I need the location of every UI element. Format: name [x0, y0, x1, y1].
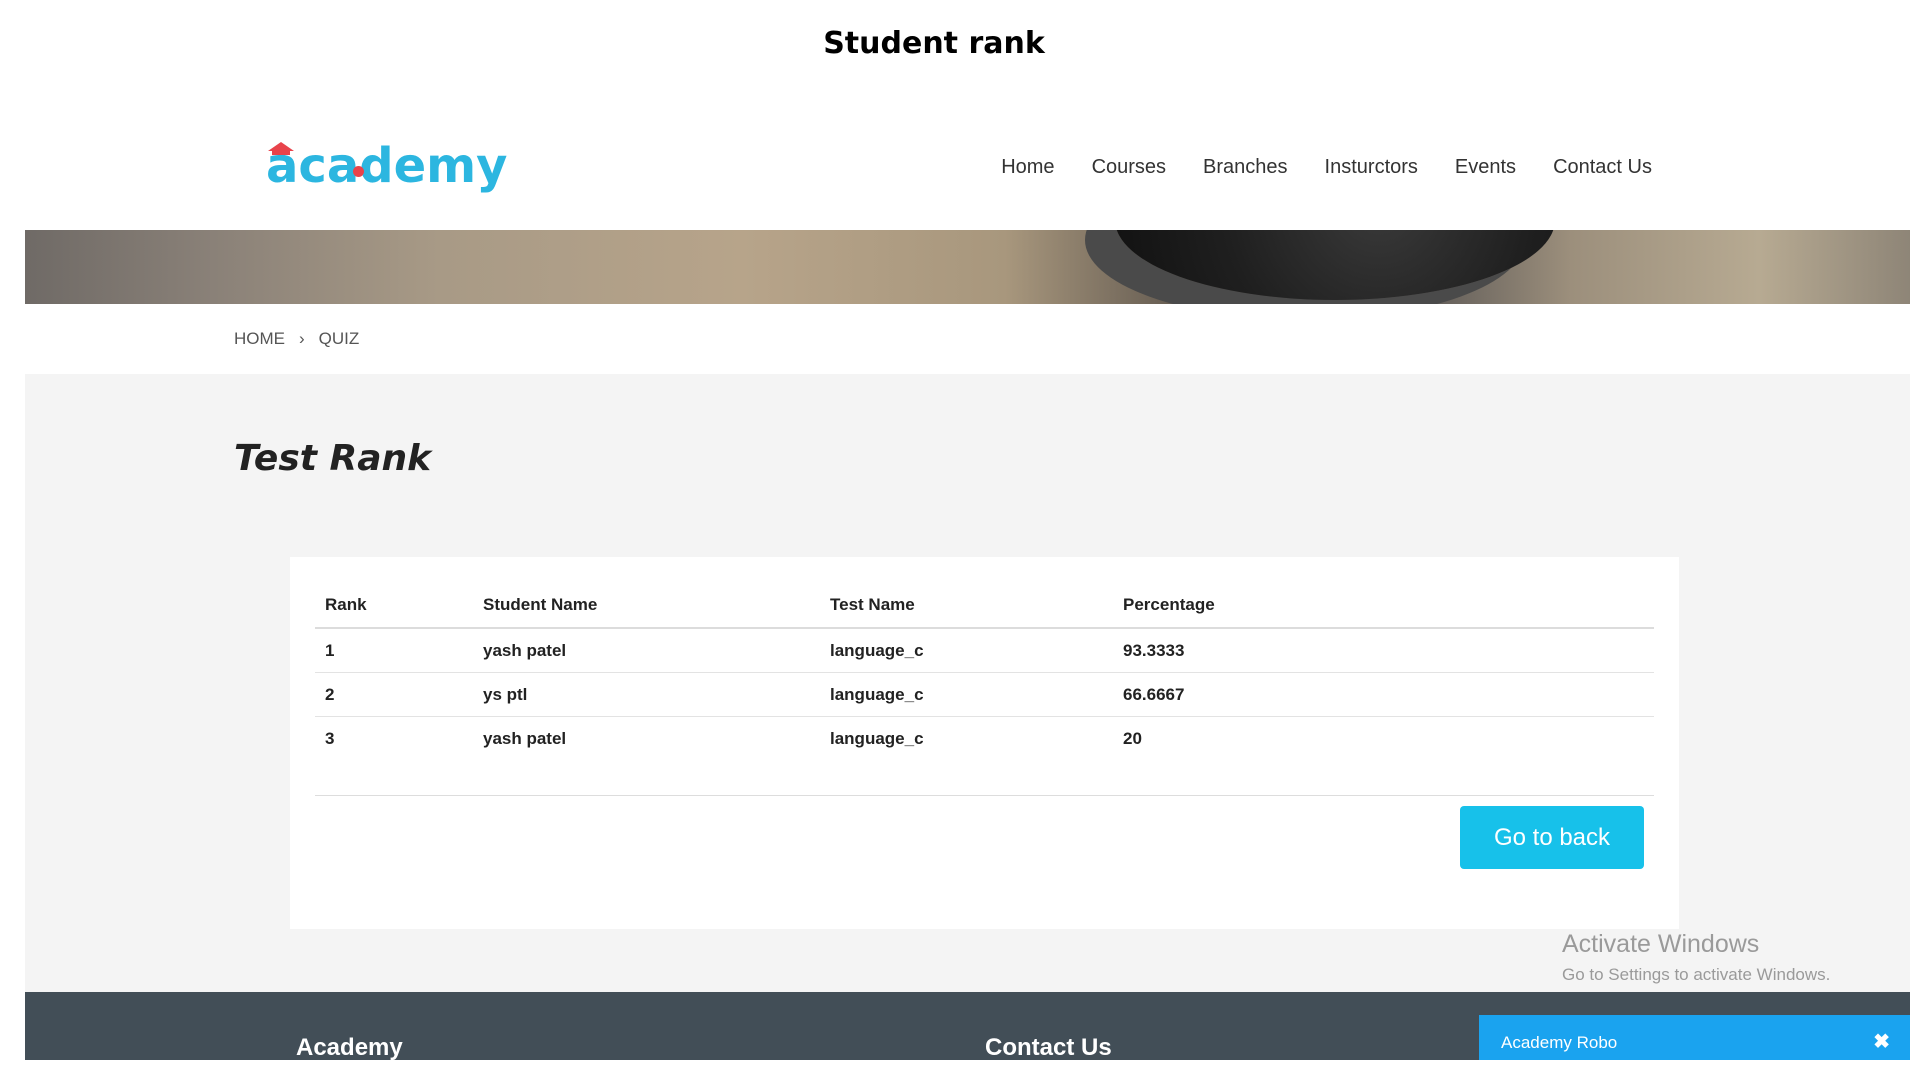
column-header-student-name: Student Name [473, 581, 820, 629]
cell-percentage: 93.3333 [1113, 627, 1654, 673]
cell-test-name: language_c [820, 716, 1113, 760]
cell-rank: 2 [315, 672, 473, 717]
microphone-image [1115, 230, 1555, 300]
footer-academy-heading: Academy [296, 1034, 403, 1061]
table-row: 1 yash patel language_c 93.3333 [315, 627, 1654, 673]
hero-banner-image [25, 230, 1910, 304]
table-row: 2 ys ptl language_c 66.6667 [315, 672, 1654, 717]
logo-dot [353, 166, 364, 177]
rank-card: Rank Student Name Test Name Percentage 1… [290, 557, 1679, 929]
chat-widget[interactable]: Academy Robo ✖ [1479, 1015, 1910, 1060]
cell-percentage: 66.6667 [1113, 672, 1654, 717]
footer-contact-heading: Contact Us [985, 1034, 1112, 1061]
column-header-test-name: Test Name [820, 581, 1113, 629]
card-divider [315, 795, 1654, 796]
graduation-cap-base [272, 150, 290, 155]
cell-rank: 1 [315, 627, 473, 673]
activate-windows-watermark: Activate Windows Go to Settings to activ… [1562, 930, 1830, 985]
watermark-title: Activate Windows [1562, 930, 1760, 958]
cell-test-name: language_c [820, 627, 1113, 673]
rank-table: Rank Student Name Test Name Percentage 1… [315, 581, 1654, 760]
column-header-rank: Rank [315, 581, 473, 629]
document-title: Student rank [823, 26, 1045, 61]
chat-title: Academy Robo [1501, 1033, 1618, 1052]
go-back-button[interactable]: Go to back [1460, 806, 1644, 869]
logo-text: academy [266, 138, 508, 194]
cell-student-name: yash patel [473, 716, 820, 760]
nav-home[interactable]: Home [1001, 156, 1054, 179]
nav-contact-us[interactable]: Contact Us [1553, 156, 1652, 179]
page-title: Test Rank [234, 438, 432, 479]
cell-rank: 3 [315, 716, 473, 760]
table-row: 3 yash patel language_c 20 [315, 716, 1654, 760]
chevron-right-icon: › [299, 329, 305, 348]
cell-student-name: yash patel [473, 627, 820, 673]
main-section: Test Rank Rank Student Name Test Name Pe… [25, 374, 1910, 992]
cell-test-name: language_c [820, 672, 1113, 717]
cell-student-name: ys ptl [473, 672, 820, 717]
close-icon[interactable]: ✖ [1873, 1029, 1890, 1054]
column-header-percentage: Percentage [1113, 581, 1654, 629]
academy-logo[interactable]: academy [266, 136, 507, 196]
table-header-row: Rank Student Name Test Name Percentage [315, 581, 1654, 629]
breadcrumb-current: QUIZ [318, 329, 360, 348]
nav-branches[interactable]: Branches [1203, 156, 1288, 179]
main-nav: Home Courses Branches Insturctors Events… [1001, 156, 1652, 179]
nav-events[interactable]: Events [1455, 156, 1516, 179]
page: Student rank academy Home Courses Branch… [0, 0, 1920, 1080]
watermark-subtitle: Go to Settings to activate Windows. [1562, 965, 1831, 984]
breadcrumb: HOME › QUIZ [234, 329, 359, 349]
nav-instructors[interactable]: Insturctors [1325, 156, 1418, 179]
nav-courses[interactable]: Courses [1092, 156, 1166, 179]
breadcrumb-home[interactable]: HOME [234, 329, 285, 349]
cell-percentage: 20 [1113, 716, 1654, 760]
